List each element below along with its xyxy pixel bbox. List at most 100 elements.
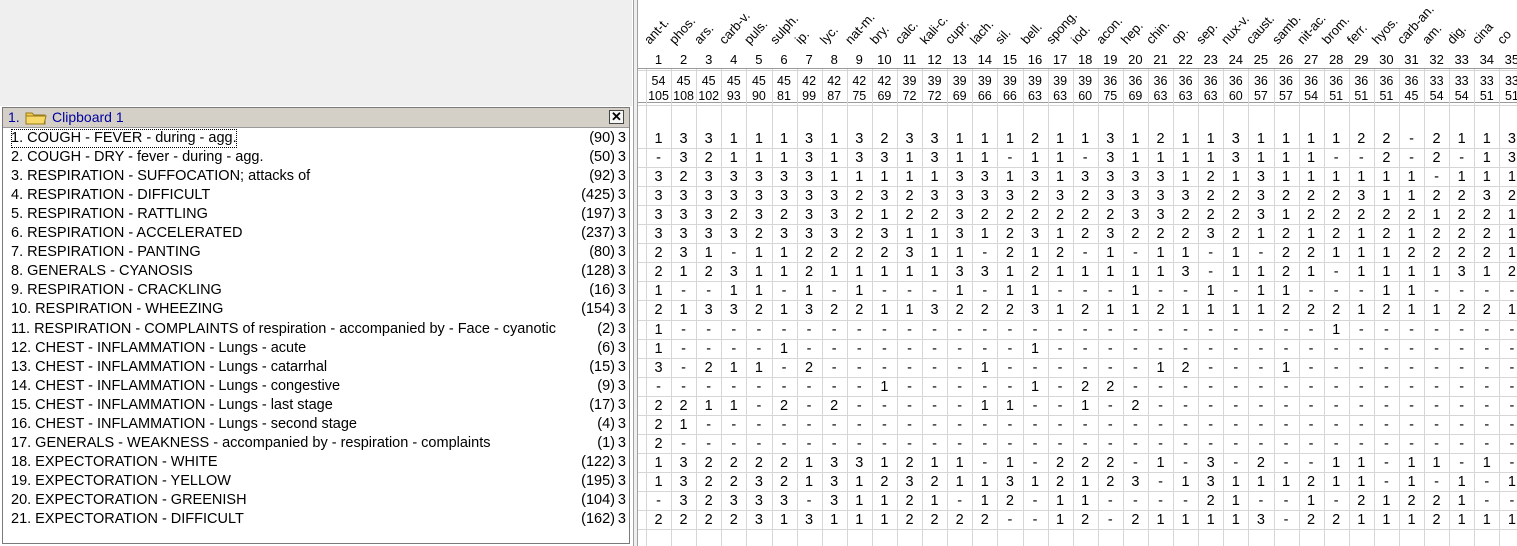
grade-cell[interactable]: - — [1424, 398, 1449, 414]
grade-cell[interactable]: - — [1274, 436, 1299, 452]
grade-cell[interactable]: 3 — [872, 226, 897, 242]
grade-cell[interactable]: 3 — [671, 493, 696, 509]
grade-cell[interactable]: 1 — [847, 493, 872, 509]
grade-cell[interactable]: 2 — [872, 131, 897, 147]
grade-cell[interactable]: 1 — [1299, 264, 1324, 280]
rubric-row[interactable]: 6. RESPIRATION - ACCELERATED (237) 3 — [3, 224, 629, 243]
grade-cell[interactable]: 2 — [847, 188, 872, 204]
grade-cell[interactable]: 1 — [1474, 150, 1499, 166]
grade-cell[interactable]: - — [772, 436, 797, 452]
grade-cell[interactable]: - — [721, 379, 746, 395]
grade-cell[interactable]: 1 — [847, 512, 872, 528]
grade-cell[interactable]: - — [1474, 283, 1499, 299]
grade-cell[interactable]: 1 — [822, 264, 847, 280]
grade-cell[interactable]: 1 — [1349, 169, 1374, 185]
rubric-row[interactable]: 7. RESPIRATION - PANTING (80) 3 — [3, 243, 629, 262]
grade-cell[interactable]: 2 — [1349, 493, 1374, 509]
grade-cell[interactable]: 1 — [972, 226, 997, 242]
grade-cell[interactable]: 3 — [746, 493, 771, 509]
grade-cell[interactable]: - — [646, 379, 671, 395]
grade-cell[interactable]: - — [797, 322, 822, 338]
grade-cell[interactable]: 1 — [721, 283, 746, 299]
grade-cell[interactable]: - — [1248, 493, 1273, 509]
grade-cell[interactable]: 3 — [746, 207, 771, 223]
grade-cell[interactable]: 1 — [922, 169, 947, 185]
grade-cell[interactable]: 3 — [1148, 169, 1173, 185]
grade-cell[interactable]: 3 — [772, 226, 797, 242]
grade-cell[interactable]: 1 — [972, 131, 997, 147]
grade-cell[interactable]: 1 — [1449, 512, 1474, 528]
grade-cell[interactable]: - — [746, 436, 771, 452]
grade-cell[interactable]: 3 — [1499, 150, 1517, 166]
grade-cell[interactable]: - — [1274, 455, 1299, 471]
rubric-row[interactable]: 5. RESPIRATION - RATTLING (197) 3 — [3, 205, 629, 224]
grade-cell[interactable]: 3 — [646, 207, 671, 223]
grade-cell[interactable]: 1 — [1399, 512, 1424, 528]
grade-cell[interactable]: 2 — [1324, 302, 1349, 318]
grade-cell[interactable]: 1 — [1248, 474, 1273, 490]
grade-cell[interactable]: 3 — [797, 207, 822, 223]
grade-cell[interactable]: 1 — [646, 131, 671, 147]
grade-cell[interactable]: - — [972, 455, 997, 471]
grade-cell[interactable]: 1 — [1324, 169, 1349, 185]
grade-cell[interactable]: 2 — [972, 302, 997, 318]
grade-cell[interactable]: 3 — [922, 131, 947, 147]
grade-cell[interactable]: 3 — [872, 150, 897, 166]
grade-cell[interactable]: - — [1299, 417, 1324, 433]
rubric-row[interactable]: 1. COUGH - FEVER - during - agg. (90) 3 — [3, 129, 629, 148]
grade-cell[interactable]: 1 — [822, 512, 847, 528]
grade-cell[interactable]: 1 — [822, 150, 847, 166]
grade-cell[interactable]: - — [1023, 417, 1048, 433]
grade-cell[interactable]: - — [1148, 283, 1173, 299]
grade-cell[interactable]: - — [1449, 283, 1474, 299]
grade-cell[interactable]: - — [721, 436, 746, 452]
grade-cell[interactable]: - — [822, 283, 847, 299]
grade-cell[interactable]: 3 — [797, 302, 822, 318]
remedy-abbrev[interactable]: chin. — [1143, 17, 1173, 47]
grade-cell[interactable]: 3 — [947, 226, 972, 242]
grade-cell[interactable]: 2 — [1449, 226, 1474, 242]
grade-cell[interactable]: 2 — [1098, 207, 1123, 223]
grade-cell[interactable]: - — [1474, 322, 1499, 338]
grade-cell[interactable]: 2 — [972, 207, 997, 223]
grade-cell[interactable]: 1 — [696, 398, 721, 414]
grade-cell[interactable]: 2 — [721, 455, 746, 471]
grade-cell[interactable]: - — [872, 417, 897, 433]
grade-cell[interactable]: 1 — [1173, 169, 1198, 185]
grade-cell[interactable]: 1 — [1274, 169, 1299, 185]
grade-cell[interactable]: - — [1274, 417, 1299, 433]
grade-cell[interactable]: 1 — [872, 264, 897, 280]
rubric-row[interactable]: 11. RESPIRATION - COMPLAINTS of respirat… — [3, 320, 629, 339]
grade-cell[interactable]: - — [1424, 436, 1449, 452]
grade-cell[interactable]: 2 — [1449, 188, 1474, 204]
grade-cell[interactable]: 2 — [1299, 512, 1324, 528]
grade-cell[interactable]: 1 — [922, 226, 947, 242]
grade-cell[interactable]: - — [1499, 436, 1517, 452]
grade-cell[interactable]: - — [1499, 455, 1517, 471]
grade-cell[interactable]: - — [1374, 436, 1399, 452]
grade-cell[interactable]: 2 — [646, 245, 671, 261]
rubric-row[interactable]: 20. EXPECTORATION - GREENISH (104) 3 — [3, 491, 629, 510]
grade-cell[interactable]: 1 — [671, 302, 696, 318]
remedy-abbrev[interactable]: sil. — [992, 25, 1014, 47]
grade-cell[interactable]: - — [772, 322, 797, 338]
grade-cell[interactable]: - — [1474, 398, 1499, 414]
grade-cell[interactable]: - — [1499, 322, 1517, 338]
grade-cell[interactable]: 2 — [671, 398, 696, 414]
grade-cell[interactable]: 3 — [1148, 207, 1173, 223]
grade-cell[interactable]: - — [1198, 360, 1223, 376]
grade-cell[interactable]: 1 — [1349, 512, 1374, 528]
grade-cell[interactable]: 3 — [1123, 169, 1148, 185]
grade-cell[interactable]: - — [1073, 283, 1098, 299]
grade-cell[interactable]: - — [671, 283, 696, 299]
grade-cell[interactable]: - — [997, 341, 1022, 357]
grade-cell[interactable]: - — [1424, 360, 1449, 376]
grade-cell[interactable]: 2 — [1123, 398, 1148, 414]
remedy-abbrev[interactable]: lach. — [967, 17, 997, 47]
grade-cell[interactable]: - — [1324, 379, 1349, 395]
grade-cell[interactable]: 3 — [721, 226, 746, 242]
grade-cell[interactable]: - — [947, 341, 972, 357]
grade-cell[interactable]: - — [797, 398, 822, 414]
grade-cell[interactable]: - — [1248, 417, 1273, 433]
grade-cell[interactable]: 2 — [646, 417, 671, 433]
